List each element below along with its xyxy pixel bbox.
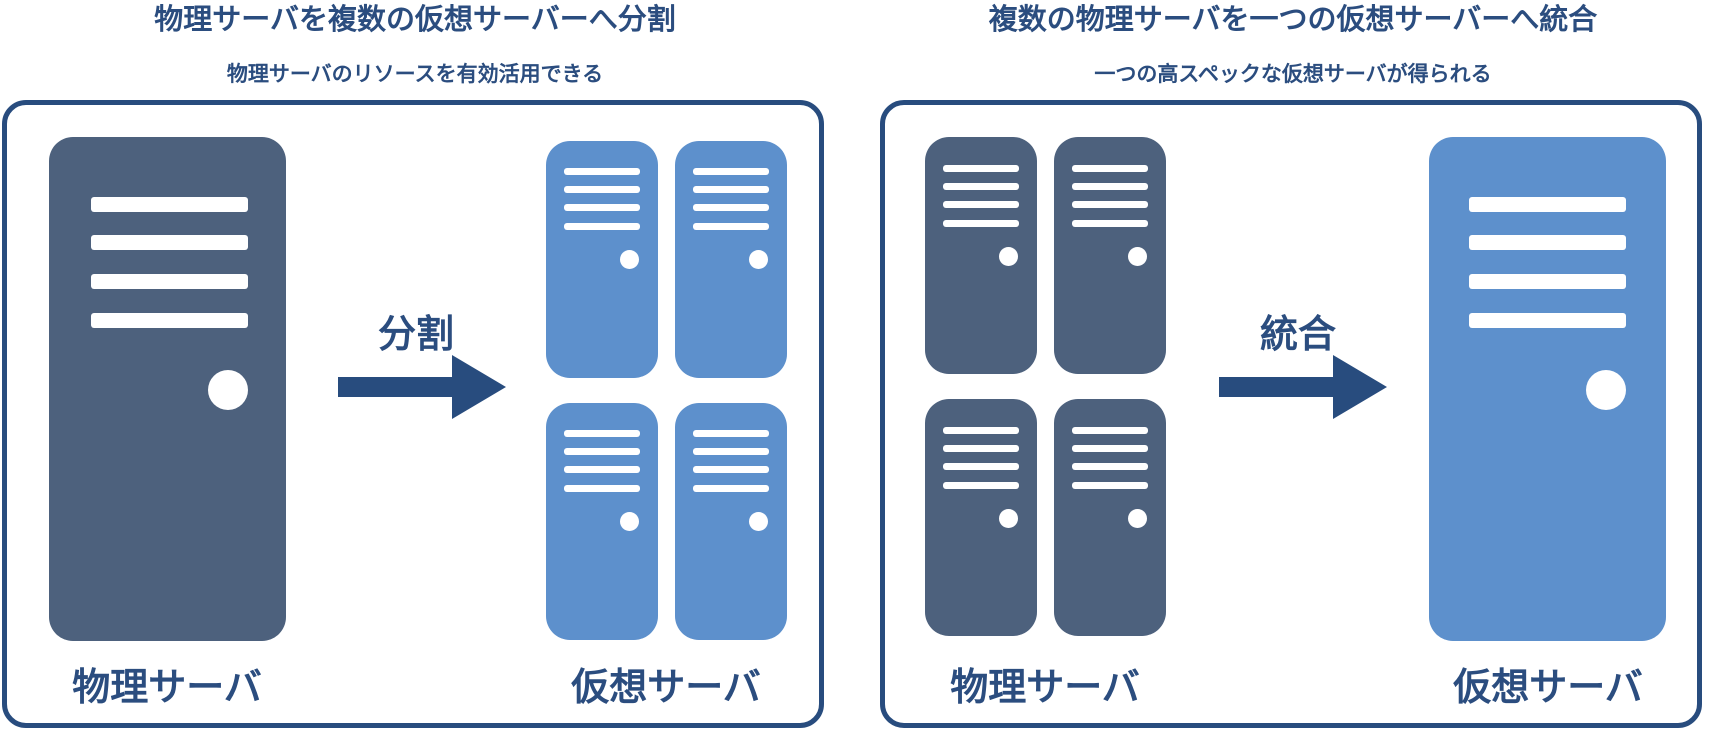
physical-server-label: 物理サーバ [950,665,1140,709]
right-arrow-icon [1219,355,1387,419]
right-arrow-icon [338,355,506,419]
physical-server-icon [925,399,1037,636]
virtual-server-icon [675,403,787,640]
split-title: 物理サーバを複数の仮想サーバーへ分割 [154,2,676,36]
consolidate-section: 複数の物理サーバを一つの仮想サーバーへ統合 一つの高スペックな仮想サーバが得られ… [878,0,1708,737]
physical-server-icon [49,137,286,641]
virtual-server-icon [675,141,787,378]
consolidate-arrow-label: 統合 [1259,312,1336,356]
physical-server-icon [1054,137,1166,374]
virtual-server-label: 仮想サーバ [571,665,761,709]
consolidate-title: 複数の物理サーバを一つの仮想サーバーへ統合 [988,2,1598,36]
physical-server-icon [925,137,1037,374]
virtual-server-label: 仮想サーバ [1453,665,1643,709]
virtual-server-icon [546,403,658,640]
split-subtitle: 物理サーバのリソースを有効活用できる [226,62,604,86]
split-section: 物理サーバを複数の仮想サーバーへ分割 物理サーバのリソースを有効活用できる 分割 [0,0,830,737]
physical-server-icon [1054,399,1166,636]
physical-server-label: 物理サーバ [72,665,262,709]
virtual-server-icon [1429,137,1666,641]
virtual-server-icon [546,141,658,378]
split-arrow-label: 分割 [377,312,454,356]
consolidate-subtitle: 一つの高スペックな仮想サーバが得られる [1094,62,1492,86]
